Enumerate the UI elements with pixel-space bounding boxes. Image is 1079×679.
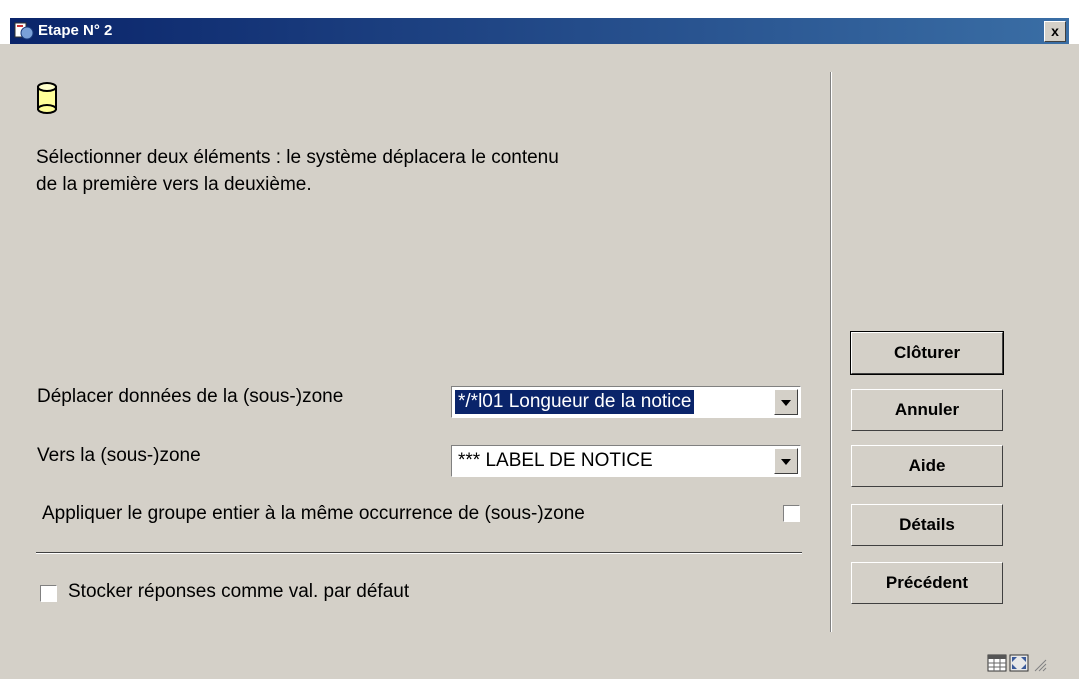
window-title: Etape N° 2 — [38, 22, 113, 39]
close-button[interactable]: Clôturer — [850, 331, 1004, 375]
help-button[interactable]: Aide — [851, 445, 1003, 487]
target-field-label: Vers la (sous-)zone — [37, 445, 201, 466]
vertical-separator — [830, 72, 832, 632]
status-icons — [987, 653, 1047, 673]
resize-icon[interactable] — [1009, 654, 1029, 672]
apply-group-checkbox[interactable] — [783, 505, 800, 522]
chevron-down-icon[interactable] — [774, 448, 798, 474]
title-bar: Etape N° 2 x — [0, 0, 1079, 44]
instructions-text: Sélectionner deux éléments : le système … — [36, 144, 559, 198]
close-icon: x — [1051, 23, 1059, 39]
previous-button[interactable]: Précédent — [851, 562, 1003, 604]
size-grip-icon[interactable] — [1033, 658, 1047, 672]
source-field-value: */*l01 Longueur de la notice — [455, 390, 695, 414]
horizontal-separator — [36, 552, 802, 554]
app-icon — [14, 22, 34, 40]
instructions-line-2: de la première vers la deuxième. — [36, 174, 312, 195]
close-window-button[interactable]: x — [1044, 21, 1066, 42]
chevron-down-icon[interactable] — [774, 389, 798, 415]
cancel-button[interactable]: Annuler — [851, 389, 1003, 431]
source-field-label: Déplacer données de la (sous-)zone — [37, 386, 344, 407]
dialog-window: Etape N° 2 x Sélectionner deux éléments … — [0, 0, 1079, 679]
dialog-body: Sélectionner deux éléments : le système … — [10, 44, 1069, 679]
source-field-select[interactable]: */*l01 Longueur de la notice — [451, 386, 801, 418]
target-field-select[interactable]: *** LABEL DE NOTICE — [451, 445, 801, 477]
title-bar-band: Etape N° 2 x — [10, 18, 1069, 44]
details-button[interactable]: Détails — [851, 504, 1003, 546]
calendar-icon[interactable] — [987, 654, 1007, 672]
instructions-line-1: Sélectionner deux éléments : le système … — [36, 147, 559, 168]
store-defaults-label: Stocker réponses comme val. par défaut — [68, 581, 410, 602]
store-defaults-checkbox[interactable] — [40, 585, 57, 602]
apply-group-label: Appliquer le groupe entier à la même occ… — [42, 503, 585, 524]
target-field-value: *** LABEL DE NOTICE — [458, 450, 653, 471]
database-icon — [37, 82, 57, 114]
